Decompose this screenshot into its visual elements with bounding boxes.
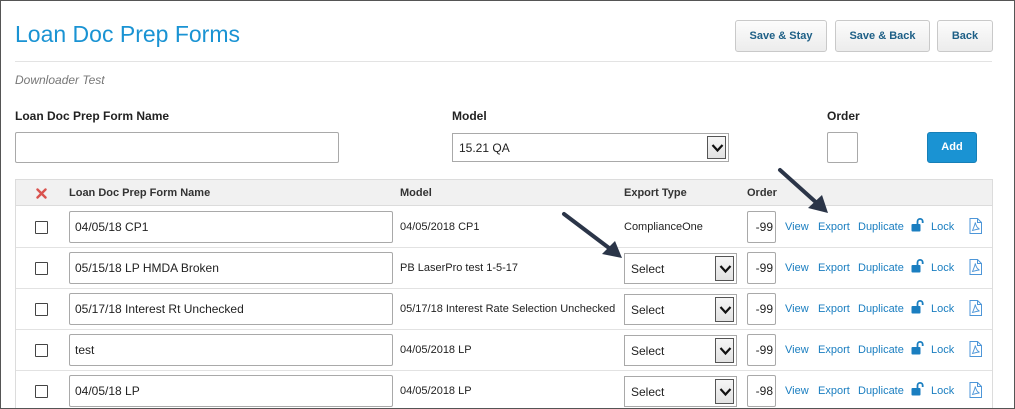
- save-and-stay-button[interactable]: Save & Stay: [735, 20, 827, 52]
- duplicate-link[interactable]: Duplicate: [858, 262, 904, 274]
- unlock-icon[interactable]: [911, 300, 925, 319]
- unlock-icon[interactable]: [911, 382, 925, 401]
- row-order[interactable]: -99: [747, 334, 776, 366]
- row-checkbox[interactable]: [35, 303, 48, 316]
- view-link[interactable]: View: [785, 344, 809, 356]
- unlock-icon[interactable]: [911, 259, 925, 278]
- back-button[interactable]: Back: [937, 20, 993, 52]
- pdf-icon[interactable]: [969, 259, 982, 280]
- lock-link[interactable]: Lock: [931, 344, 954, 356]
- export-link[interactable]: Export: [818, 385, 850, 397]
- row-model: 04/05/2018 LP: [400, 385, 472, 397]
- export-type-select-value: Select: [631, 343, 665, 358]
- row-model: PB LaserPro test 1-5-17: [400, 262, 519, 274]
- lock-link[interactable]: Lock: [931, 303, 954, 315]
- export-link[interactable]: Export: [818, 221, 850, 233]
- duplicate-link[interactable]: Duplicate: [858, 385, 904, 397]
- chevron-down-icon: [715, 338, 734, 363]
- view-link[interactable]: View: [785, 262, 809, 274]
- row-model: 05/17/18 Interest Rate Selection Uncheck…: [400, 303, 616, 315]
- export-link[interactable]: Export: [818, 303, 850, 315]
- order-label: Order: [827, 109, 860, 123]
- row-name-input[interactable]: [69, 211, 393, 243]
- row-name-input[interactable]: [69, 334, 393, 366]
- form-name-label: Loan Doc Prep Form Name: [15, 109, 170, 123]
- row-order[interactable]: -99: [747, 293, 776, 325]
- model-label: Model: [452, 109, 487, 123]
- lock-link[interactable]: Lock: [931, 385, 954, 397]
- chevron-down-icon: [707, 136, 726, 159]
- save-and-back-button[interactable]: Save & Back: [835, 20, 930, 52]
- export-link[interactable]: Export: [818, 262, 850, 274]
- row-checkbox[interactable]: [35, 221, 48, 234]
- forms-table: Loan Doc Prep Form Name Model Export Typ…: [15, 179, 993, 408]
- unlock-icon[interactable]: [911, 218, 925, 237]
- table-row: 05/17/18 Interest Rate Selection Uncheck…: [16, 289, 992, 330]
- chevron-down-icon: [715, 379, 734, 404]
- export-type-select[interactable]: Select: [624, 253, 737, 284]
- chevron-down-icon: [715, 297, 734, 322]
- page-subtitle: Downloader Test: [15, 73, 105, 87]
- col-header-name: Loan Doc Prep Form Name: [69, 187, 211, 199]
- col-header-model: Model: [400, 187, 432, 199]
- chevron-down-icon: [715, 256, 734, 281]
- duplicate-link[interactable]: Duplicate: [858, 221, 904, 233]
- export-type-select[interactable]: Select: [624, 335, 737, 366]
- row-checkbox[interactable]: [35, 385, 48, 398]
- row-model: 04/05/2018 CP1: [400, 221, 480, 233]
- col-header-order: Order: [747, 187, 777, 199]
- row-name-input[interactable]: [69, 252, 393, 284]
- view-link[interactable]: View: [785, 385, 809, 397]
- unlock-icon[interactable]: [911, 341, 925, 360]
- header-divider: [15, 61, 992, 62]
- export-type-select[interactable]: Select: [624, 294, 737, 325]
- table-row: 04/05/2018 CP1 ComplianceOne -99 View Export…: [16, 207, 992, 248]
- pdf-icon[interactable]: [969, 341, 982, 362]
- row-order[interactable]: -99: [747, 211, 776, 243]
- export-link[interactable]: Export: [818, 344, 850, 356]
- table-row: 04/05/2018 LP Select -98 View Export Duplicat…: [16, 371, 992, 408]
- duplicate-link[interactable]: Duplicate: [858, 303, 904, 315]
- row-export-type: ComplianceOne: [624, 221, 703, 233]
- row-name-input[interactable]: [69, 293, 393, 325]
- table-row: PB LaserPro test 1-5-17 Select -99 View Expo…: [16, 248, 992, 289]
- view-link[interactable]: View: [785, 221, 809, 233]
- row-checkbox[interactable]: [35, 344, 48, 357]
- delete-x-icon[interactable]: [36, 186, 47, 204]
- model-select-value: 15.21 QA: [459, 140, 510, 155]
- model-select[interactable]: 15.21 QA: [452, 133, 729, 162]
- form-name-input[interactable]: [15, 132, 339, 163]
- row-order[interactable]: -99: [747, 252, 776, 284]
- table-header: Loan Doc Prep Form Name Model Export Typ…: [16, 180, 992, 206]
- pdf-icon[interactable]: [969, 382, 982, 403]
- duplicate-link[interactable]: Duplicate: [858, 344, 904, 356]
- export-type-select-value: Select: [631, 302, 665, 317]
- export-type-select[interactable]: Select: [624, 376, 737, 407]
- pdf-icon[interactable]: [969, 300, 982, 321]
- app-window: Loan Doc Prep Forms Save & Stay Save & B…: [0, 0, 1015, 409]
- view-link[interactable]: View: [785, 303, 809, 315]
- table-row: 04/05/2018 LP Select -99 View Export Duplicat…: [16, 330, 992, 371]
- export-type-select-value: Select: [631, 261, 665, 276]
- row-name-input[interactable]: [69, 375, 393, 407]
- col-header-export-type: Export Type: [624, 187, 687, 199]
- pdf-icon[interactable]: [969, 218, 982, 239]
- page-title: Loan Doc Prep Forms: [15, 21, 240, 47]
- export-type-select-value: Select: [631, 384, 665, 399]
- lock-link[interactable]: Lock: [931, 262, 954, 274]
- lock-link[interactable]: Lock: [931, 221, 954, 233]
- add-button[interactable]: Add: [927, 132, 977, 163]
- order-input[interactable]: [827, 132, 858, 163]
- row-model: 04/05/2018 LP: [400, 344, 472, 356]
- row-order[interactable]: -98: [747, 375, 776, 407]
- row-checkbox[interactable]: [35, 262, 48, 275]
